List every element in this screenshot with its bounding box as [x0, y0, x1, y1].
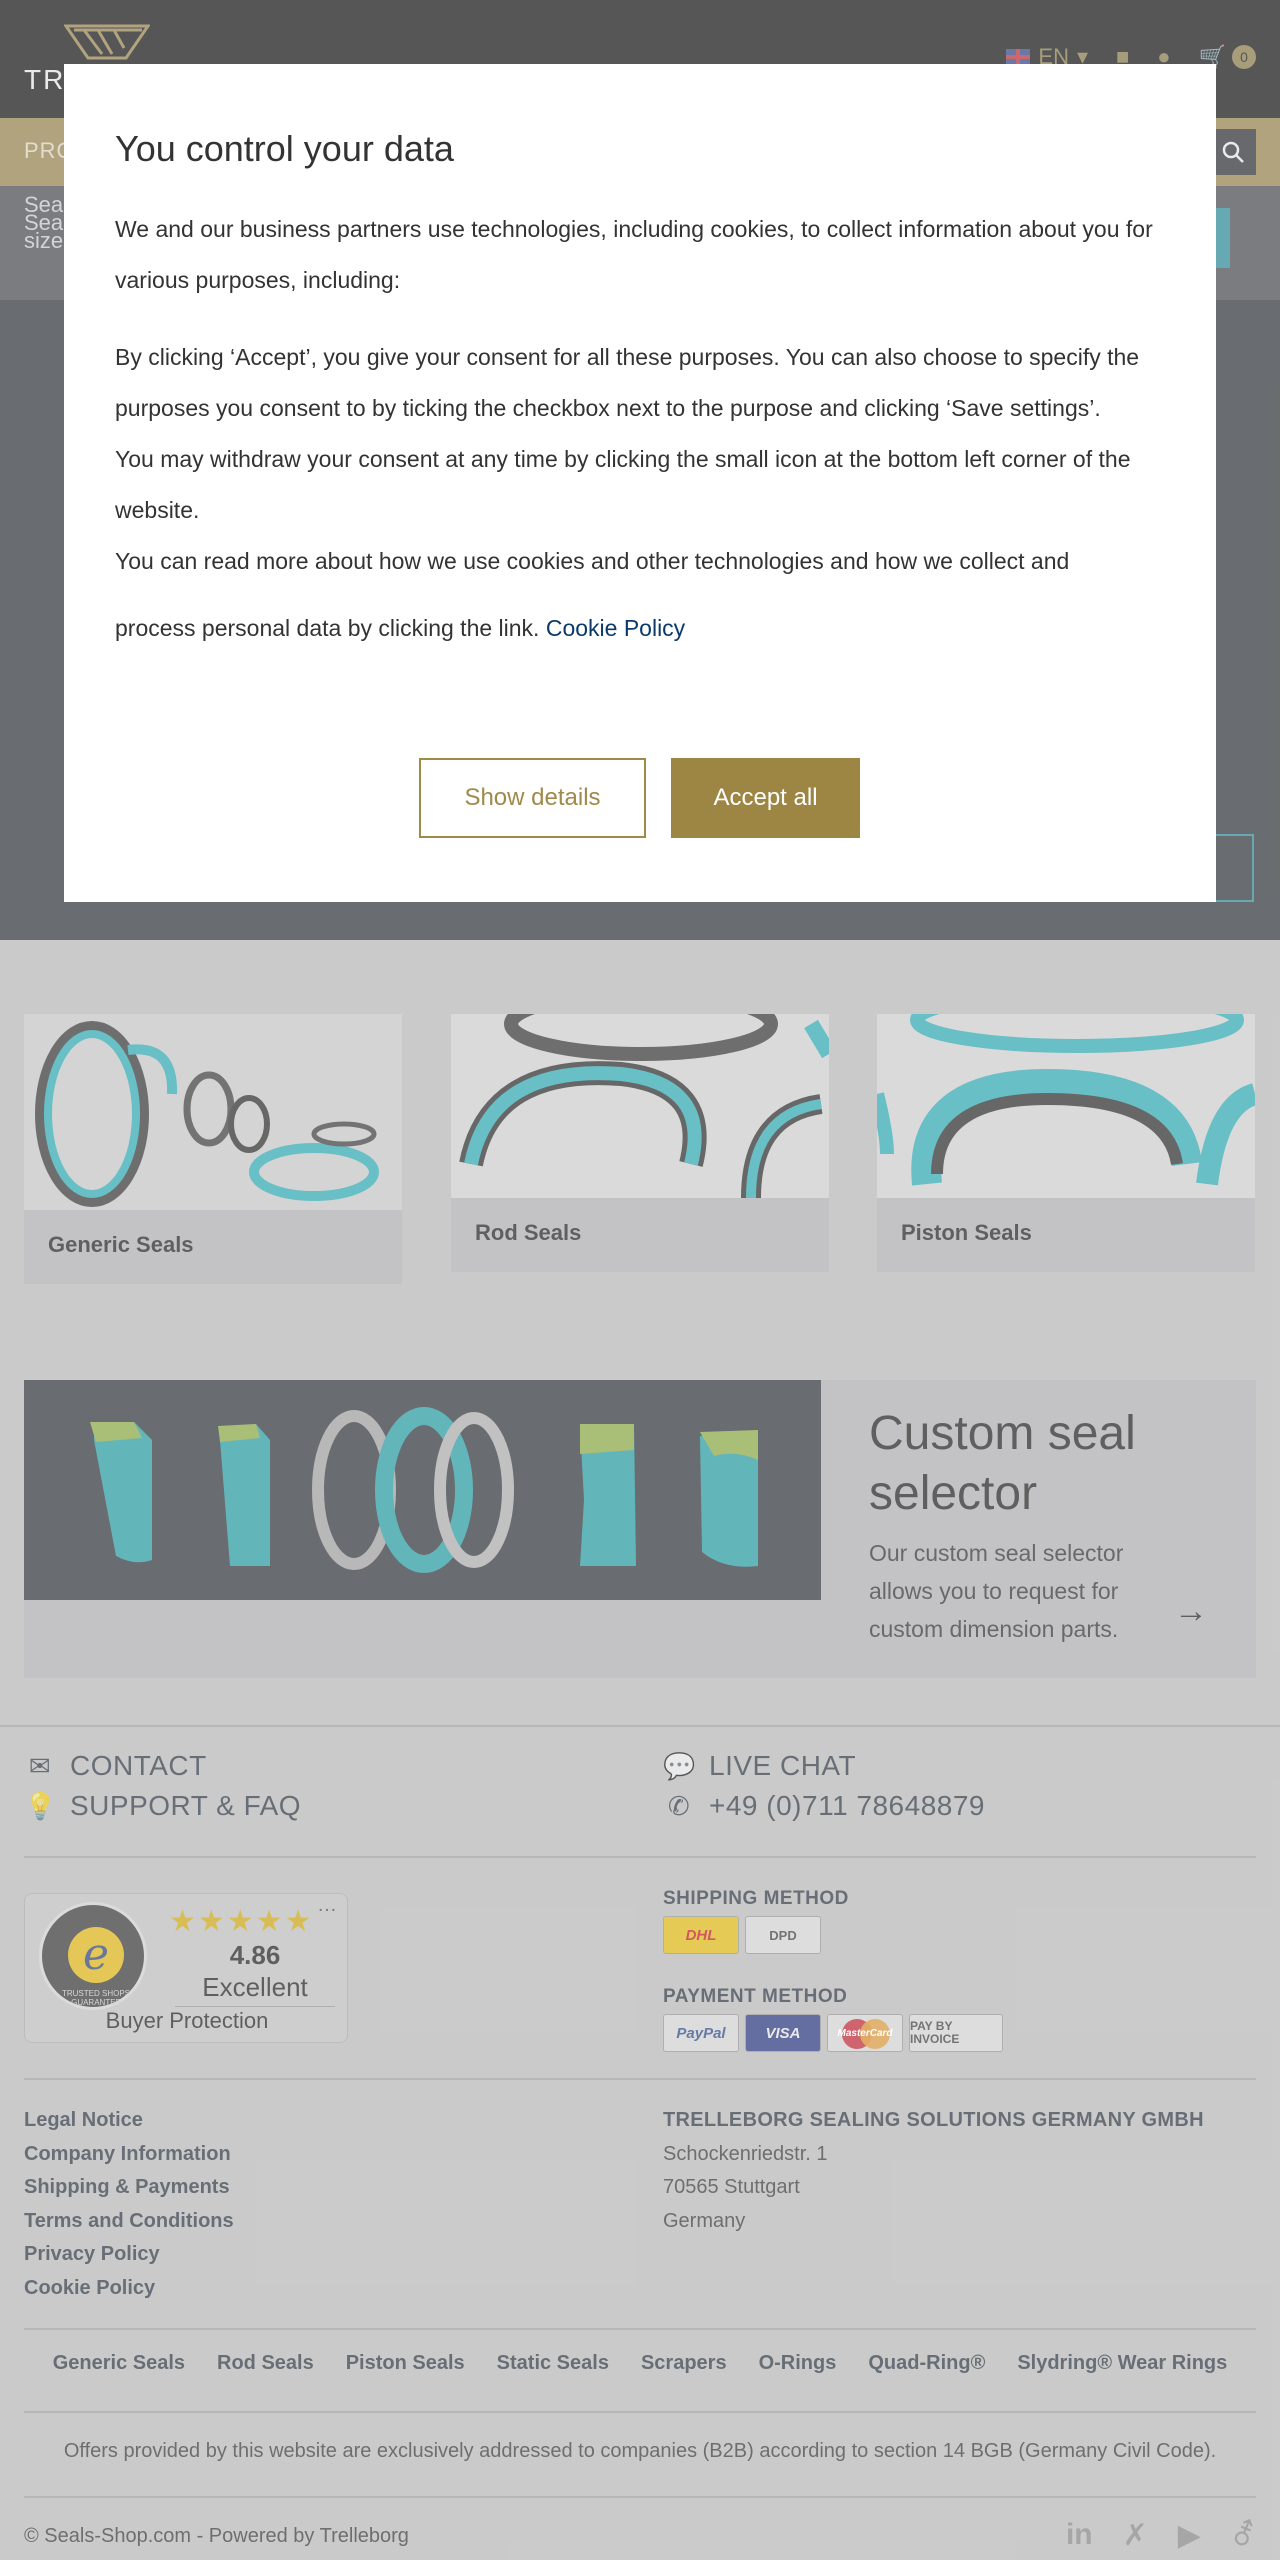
- cookie-policy-link[interactable]: Cookie Policy: [546, 615, 685, 641]
- accept-all-button[interactable]: Accept all: [671, 758, 860, 838]
- dialog-title: You control your data: [115, 128, 454, 169]
- show-details-button[interactable]: Show details: [419, 758, 646, 838]
- cookie-consent-dialog: You control your data We and our busines…: [64, 64, 1216, 902]
- consent-paragraph-3: You may withdraw your consent at any tim…: [115, 446, 1131, 523]
- consent-paragraph-2: By clicking ‘Accept’, you give your cons…: [115, 344, 1140, 421]
- consent-paragraph-1: We and our business partners use technol…: [115, 216, 1153, 293]
- consent-paragraph-4: You can read more about how we use cooki…: [115, 548, 1070, 641]
- dialog-body: We and our business partners use technol…: [115, 204, 1175, 654]
